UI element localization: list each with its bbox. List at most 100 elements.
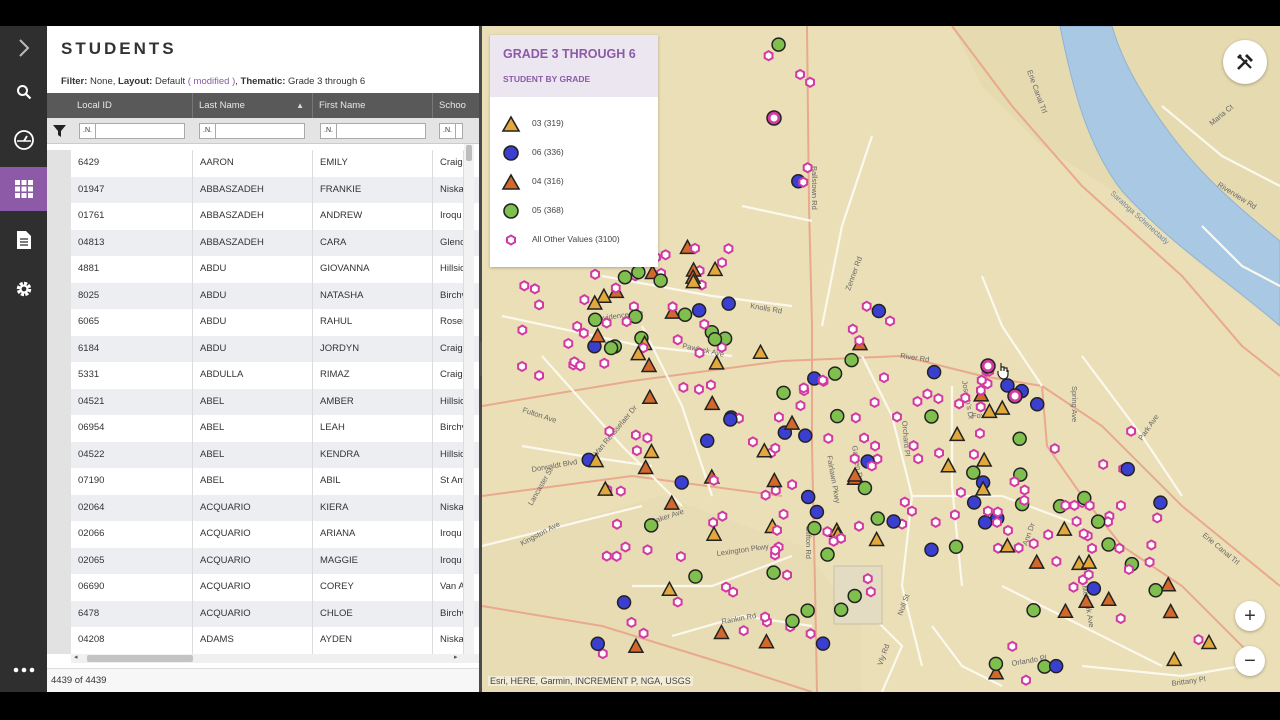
table-row[interactable]: 5331 ABDULLA RIMAZ Craig (47, 362, 480, 389)
filter-summary: Filter: None, Layout: Default ( modified… (61, 76, 365, 87)
grid-view-button[interactable] (0, 167, 47, 211)
row-selector[interactable] (47, 627, 71, 654)
filter-input-local-id[interactable]: .N. (79, 123, 185, 139)
scroll-right-icon[interactable]: ▸ (454, 653, 458, 661)
filter-value[interactable]: None, (90, 76, 115, 87)
row-selector[interactable] (47, 468, 71, 495)
settings-button[interactable] (0, 267, 47, 311)
filter-input-last-name[interactable]: .N. (199, 123, 305, 139)
table-row[interactable]: 07190 ABEL ABIL St Am (47, 468, 480, 495)
cell-local-id: 02066 (71, 521, 193, 548)
student-marker (599, 357, 610, 369)
student-marker (1115, 612, 1126, 625)
table-row[interactable]: 4881 ABDU GIOVANNA Hillsic (47, 256, 480, 283)
zoom-in-button[interactable]: + (1235, 601, 1265, 631)
scroll-left-icon[interactable]: ◂ (74, 653, 78, 661)
cell-first-name: ANDREW (313, 203, 433, 230)
cell-local-id: 4881 (71, 256, 193, 283)
row-selector[interactable] (47, 256, 71, 283)
student-marker (672, 334, 683, 346)
vertical-scrollbar[interactable] (464, 144, 474, 658)
student-marker (854, 520, 864, 532)
row-selector[interactable] (47, 494, 71, 521)
horizontal-scroll-thumb[interactable] (87, 655, 193, 662)
filter-input-first-name[interactable]: .N. (320, 123, 426, 139)
student-marker (643, 518, 659, 533)
table-row[interactable]: 6478 ACQUARIO CHLOE Birchv (47, 600, 480, 627)
student-marker (913, 453, 924, 465)
table-row[interactable]: 6065 ABDU RAHUL Roser (47, 309, 480, 336)
street (820, 135, 874, 327)
column-header-first-name[interactable]: First Name (313, 93, 433, 118)
filter-input-school[interactable]: .N. (439, 123, 463, 139)
student-marker (578, 327, 589, 339)
row-selector[interactable] (47, 229, 71, 256)
cell-local-id: 5331 (71, 362, 193, 389)
table-row[interactable]: 6429 AARON EMILY Craig (47, 150, 480, 177)
more-icon (13, 667, 34, 673)
table-row[interactable]: 8025 ABDU NATASHA Birchv (47, 282, 480, 309)
student-marker (603, 340, 619, 356)
vertical-scroll-thumb[interactable] (466, 145, 472, 161)
row-selector[interactable] (47, 309, 71, 336)
row-selector[interactable] (47, 547, 71, 574)
table-row[interactable]: 02066 ACQUARIO ARIANA Iroqu (47, 521, 480, 548)
student-marker (956, 486, 966, 499)
search-button[interactable] (0, 70, 47, 114)
row-selector[interactable] (47, 415, 71, 442)
table-row[interactable]: 06690 ACQUARIO COREY Van A (47, 574, 480, 601)
student-marker (703, 394, 721, 411)
row-selector[interactable] (47, 176, 71, 203)
table-row[interactable]: 01947 ABBASZADEH FRANKIE Niska (47, 176, 480, 203)
student-marker (611, 550, 622, 562)
horizontal-scrollbar[interactable]: ◂ ▸ (71, 654, 480, 663)
table-row[interactable]: 6184 ABDU JORDYN Craig (47, 335, 480, 362)
filter-icon[interactable] (53, 125, 67, 138)
table-row[interactable]: 04208 ADAMS AYDEN Niska (47, 627, 480, 654)
student-marker (926, 364, 942, 380)
table-row[interactable]: 04813 ABBASZADEH CARA Glenc (47, 229, 480, 256)
student-marker (587, 312, 603, 328)
student-marker (795, 399, 806, 412)
column-header-school[interactable]: Schoo (433, 93, 480, 118)
cell-local-id: 6065 (71, 309, 193, 336)
student-marker (950, 509, 960, 521)
row-selector[interactable] (47, 362, 71, 389)
row-selector[interactable] (47, 282, 71, 309)
student-marker (610, 282, 621, 294)
student-marker (1146, 539, 1157, 551)
street-label: Ballstown Rd (810, 166, 819, 210)
table-row[interactable]: 04521 ABEL AMBER Hillsic (47, 388, 480, 415)
dashboard-button[interactable] (0, 118, 47, 162)
column-header-local-id[interactable]: Local ID (71, 93, 193, 118)
expand-button[interactable] (0, 26, 47, 70)
row-selector[interactable] (47, 441, 71, 468)
record-count: 4439 of 4439 (47, 668, 480, 692)
table-row[interactable]: 02065 ACQUARIO MAGGIE Iroqu (47, 547, 480, 574)
cell-last-name: ABDU (193, 335, 313, 362)
more-button[interactable] (0, 648, 47, 692)
student-marker (899, 496, 910, 508)
table-row[interactable]: 04522 ABEL KENDRA Hillsic (47, 441, 480, 468)
map-tools-button[interactable] (1223, 40, 1267, 84)
reports-button[interactable] (0, 218, 47, 262)
row-selector[interactable] (47, 521, 71, 548)
thematic-value[interactable]: Grade 3 through 6 (288, 76, 365, 87)
column-header-last-name[interactable]: Last Name ▲ (193, 93, 313, 118)
street-label: River Rd (900, 351, 930, 364)
student-marker (966, 465, 981, 480)
layout-value[interactable]: Default (155, 76, 185, 87)
student-marker (776, 385, 791, 401)
student-marker (530, 283, 540, 295)
table-row[interactable]: 06954 ABEL LEAH Birchv (47, 415, 480, 442)
row-selector[interactable] (47, 203, 71, 230)
zoom-out-button[interactable]: − (1235, 646, 1265, 676)
table-row[interactable]: 01761 ABBASZADEH ANDREW Iroqu (47, 203, 480, 230)
street-label: Zenner Rd (843, 255, 864, 291)
table-row[interactable]: 02064 ACQUARIO KIERA Niska (47, 494, 480, 521)
row-selector[interactable] (47, 388, 71, 415)
row-selector[interactable] (47, 574, 71, 601)
row-selector[interactable] (47, 150, 71, 177)
row-selector[interactable] (47, 600, 71, 627)
row-selector[interactable] (47, 335, 71, 362)
